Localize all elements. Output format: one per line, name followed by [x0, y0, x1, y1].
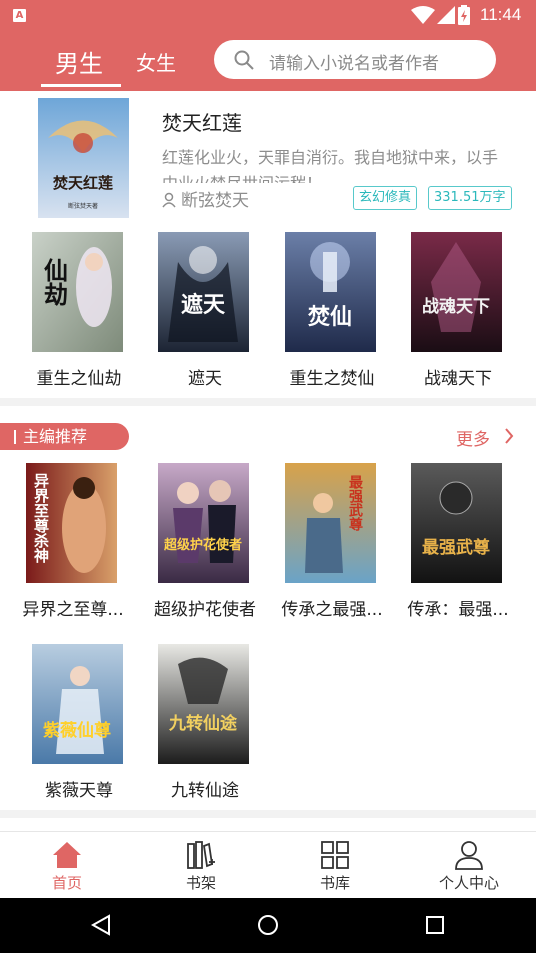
cover-text: 九转仙途 — [168, 713, 238, 734]
featured-book-author: 断弦焚天 — [162, 186, 249, 211]
signal-icon — [437, 6, 455, 24]
featured-cover-credit: 断弦焚天著 — [68, 202, 98, 210]
home-icon — [53, 842, 81, 868]
section-title: 主编推荐 — [23, 427, 88, 446]
status-bar: A 11:44 — [0, 0, 536, 31]
cover-text: 最强武尊 — [347, 474, 363, 532]
word-count-tag: 331.51万字 — [428, 186, 512, 210]
featured-book-title[interactable]: 焚天红莲 — [162, 107, 242, 136]
cover-text: 战魂天下 — [422, 296, 490, 317]
profile-icon — [455, 841, 483, 870]
home-button-icon[interactable] — [257, 914, 279, 936]
section-divider — [0, 398, 536, 406]
search-icon — [234, 50, 254, 70]
book-cover: 战魂天下 — [411, 232, 502, 352]
cover-text: 仙劫 — [40, 258, 69, 307]
section-divider — [0, 810, 536, 818]
book-cover: 紫薇仙尊 — [32, 644, 123, 764]
search-input[interactable]: 请输入小说名或者作者 — [214, 40, 496, 79]
nav-item-profile[interactable]: 个人中心 — [402, 832, 536, 899]
bookshelf-icon — [187, 841, 215, 869]
system-navigation-bar — [0, 898, 536, 953]
book-title: 战魂天下 — [424, 369, 492, 389]
book-title: 九转仙途 — [171, 781, 239, 801]
tab-female[interactable]: 女生 — [136, 47, 176, 76]
nav-item-home[interactable]: 首页 — [0, 832, 134, 899]
cover-text: 超级护花使者 — [164, 537, 242, 553]
nav-label: 书架 — [185, 874, 216, 892]
book-cover: 最强武尊 — [285, 463, 376, 583]
nav-label: 个人中心 — [438, 874, 499, 892]
cover-text: 遮天 — [181, 292, 226, 318]
nav-label: 书库 — [319, 874, 350, 892]
featured-author-name: 断弦焚天 — [181, 191, 249, 211]
wifi-icon — [411, 6, 435, 24]
featured-cover-title: 焚天红莲 — [52, 174, 113, 192]
back-icon[interactable] — [90, 914, 112, 936]
nav-item-bookshelf[interactable]: 书架 — [134, 832, 268, 899]
book-cover: 遮天 — [158, 232, 249, 352]
section-header-editor-picks: 主编推荐 — [0, 423, 129, 450]
bottom-navigation: 首页 书架 书库 个人中心 — [0, 831, 536, 899]
more-link[interactable]: 更多 — [456, 425, 514, 450]
cover-text: 异界至尊杀神 — [32, 473, 50, 564]
search-placeholder: 请输入小说名或者作者 — [269, 54, 439, 74]
more-label: 更多 — [456, 430, 490, 450]
nav-label: 首页 — [51, 874, 82, 892]
cover-text: 焚仙 — [308, 304, 352, 330]
status-time: 11:44 — [480, 5, 522, 24]
book-cover: 最强武尊 — [411, 463, 502, 583]
app-notification-icon: A — [13, 9, 26, 22]
featured-book-description: 红莲化业火，天罪自消衍。我自地狱中来，以手中业火焚尽世间污秽！ — [162, 148, 499, 183]
cover-text: 紫薇仙尊 — [43, 720, 111, 741]
library-icon — [321, 841, 349, 869]
app-header: A 11:44 男生 女生 请输入小说名或者作者 — [0, 0, 536, 91]
chevron-right-icon — [505, 428, 514, 444]
active-tab-indicator — [41, 84, 121, 87]
section-bar — [14, 430, 16, 444]
tab-male[interactable]: 男生 — [55, 44, 103, 79]
author-icon — [162, 192, 176, 208]
featured-book-cover[interactable]: 焚天红莲 断弦焚天著 — [38, 98, 129, 218]
recent-apps-icon[interactable] — [425, 915, 445, 935]
book-title: 传承：最强... — [407, 600, 509, 620]
nav-item-library[interactable]: 书库 — [268, 832, 402, 899]
cover-text: 最强武尊 — [422, 537, 490, 558]
battery-charging-icon — [458, 5, 470, 25]
book-cover: 九转仙途 — [158, 644, 249, 764]
genre-tag: 玄幻修真 — [353, 186, 418, 210]
book-cover: 焚仙 — [285, 232, 376, 352]
book-cover: 仙劫 — [32, 232, 123, 352]
book-cover: 异界至尊杀神 — [26, 463, 117, 583]
book-cover: 超级护花使者 — [158, 463, 249, 583]
